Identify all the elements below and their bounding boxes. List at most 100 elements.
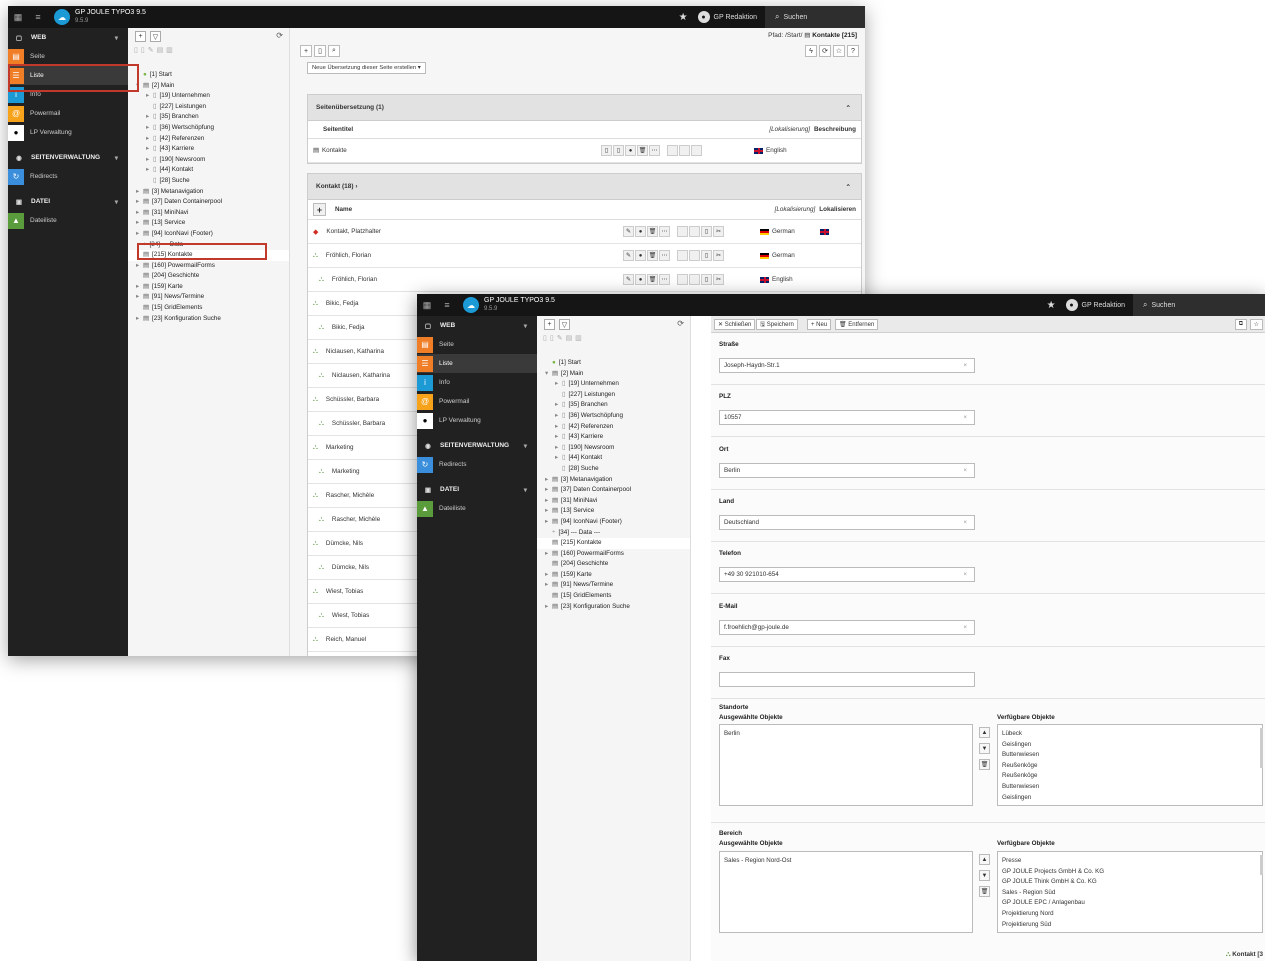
lightning-icon[interactable]: ϟ [805,45,817,57]
menu-toggle-icon[interactable]: ≡ [28,12,48,22]
tree-node[interactable]: ▸ ▤ [160] PowermailForms [537,549,690,560]
list-item[interactable]: Buttenwiesen [1002,782,1258,793]
tree-node[interactable]: ▤ [204] Geschichte [537,559,690,570]
bookmark-star-icon[interactable]: ★ [1047,300,1056,311]
expand-arrow-icon[interactable]: ▸ [136,229,143,240]
expand-arrow-icon[interactable]: ▸ [146,91,153,102]
remove-selected-icon[interactable]: 🗑 [979,886,990,897]
expand-arrow-icon[interactable]: ▸ [555,422,562,433]
clear-icon[interactable]: × [963,414,967,421]
tree-node[interactable]: ● [1] Start [537,358,690,369]
list-item[interactable]: Reußenköge [1002,761,1258,772]
delete-icon[interactable]: 🗑 [647,226,658,237]
tree-node[interactable]: ▯ [28] Suche [537,464,690,475]
expand-arrow-icon[interactable]: ▸ [555,432,562,443]
open-new-window-icon[interactable]: ⧉ [1234,319,1247,330]
clear-icon[interactable]: × [963,467,967,474]
new-page-icon[interactable]: + [135,31,146,42]
list-item[interactable]: Geislingen [1002,740,1258,751]
filter-icon[interactable]: ▽ [150,31,161,42]
copy-icon[interactable]: ▯ [701,274,712,285]
menu-group-seitenverwaltung[interactable]: ◉ SEITENVERWALTUNG ▾ [8,148,128,167]
clear-icon[interactable]: × [963,519,967,526]
expand-arrow-icon[interactable]: ▸ [545,580,552,591]
tree-node[interactable]: ▸ ▯ [19] Unternehmen [537,379,690,390]
menu-item-liste[interactable]: ☰ Liste [417,354,537,373]
toggle-icon[interactable]: ● [635,226,646,237]
more-icon[interactable]: ⋯ [659,226,670,237]
list-item[interactable]: GP JOULE EPC / Anlagenbau [1002,898,1258,909]
menu-item-dateiliste[interactable]: ▲ Dateiliste [417,499,537,518]
tree-node[interactable]: ▯ [227] Leistungen [128,102,289,113]
text-input[interactable]: Joseph-Haydn-Str.1 × [719,358,975,373]
expand-arrow-icon[interactable]: ▸ [555,453,562,464]
table-row[interactable]: ⛬ Fröhlich, Florian ✎ ● 🗑 ⋯ ▯ ✂ English [308,268,861,292]
standorte-available-list[interactable]: Lübeck Geislingen Buttenwiesen Reußenköge Re… [997,724,1263,806]
contacts-panel-head[interactable]: Kontakt (18) › ⌃ [308,174,861,200]
tree-node[interactable]: ▸ ▤ [37] Daten Containerpool [128,197,289,208]
tree-node[interactable]: ▸ ▤ [37] Daten Containerpool [537,485,690,496]
list-item[interactable]: GP JOULE Projects GmbH & Co. KG [1002,867,1258,878]
menu-item-redirects[interactable]: ↻ Redirects [417,455,537,474]
scrollbar[interactable] [1260,728,1263,768]
more-icon[interactable]: ⋯ [659,250,670,261]
view-icon[interactable]: ▯ [601,145,612,156]
tree-node[interactable]: ▤ [15] GridElements [537,591,690,602]
expand-arrow-icon[interactable]: ▸ [146,112,153,123]
tree-node[interactable]: ▸ ▤ [3] Metanavigation [537,475,690,486]
edit-icon[interactable]: ✎ [623,274,634,285]
tree-node[interactable]: ▸ ▤ [23] Konfiguration Suche [537,602,690,613]
tree-node[interactable]: ▸ ▤ [13] Service [128,218,289,229]
cut-icon[interactable]: ✂ [713,274,724,285]
clear-icon[interactable]: × [963,571,967,578]
refresh-icon[interactable]: ⟳ [819,45,831,57]
edit-icon[interactable]: ✎ [623,226,634,237]
expand-arrow-icon[interactable]: ▸ [146,155,153,166]
tree-node[interactable]: ▸ ▤ [13] Service [537,506,690,517]
close-button[interactable]: ✕ Schließen [714,319,756,330]
expand-arrow-icon[interactable]: ▸ [555,379,562,390]
expand-arrow-icon[interactable]: ▸ [545,570,552,581]
menu-group-datei[interactable]: ▣ DATEI ▾ [8,192,128,211]
list-item[interactable]: Projektierung Nord [1002,909,1258,920]
menu-group-web[interactable]: ▢ WEB ▾ [417,316,537,335]
list-item[interactable]: Projektierung Süd [1002,920,1258,931]
expand-arrow-icon[interactable]: ▸ [555,400,562,411]
copy-icon[interactable]: ▯ [701,250,712,261]
translation-select[interactable]: Neue Übersetzung dieser Seite erstellen … [307,62,426,74]
search-icon[interactable]: ⌕ [328,45,340,57]
menu-item-lp-verwaltung[interactable]: ● LP Verwaltung [8,123,128,142]
list-item[interactable]: Buttenwiesen [1002,750,1258,761]
menu-item-powermail[interactable]: @ Powermail [8,104,128,123]
bookmark-icon[interactable]: ☆ [832,45,845,57]
text-input[interactable]: Berlin × [719,462,975,478]
user-menu[interactable]: ● GP Redaktion [697,11,757,23]
expand-arrow-icon[interactable]: ▸ [136,218,143,229]
scrollbar[interactable] [1260,855,1263,875]
tree-node[interactable]: ▸ ▯ [42] Referenzen [537,422,690,433]
menu-toggle-icon[interactable]: ≡ [437,300,457,310]
delete-icon[interactable]: 🗑 [647,274,658,285]
tree-node[interactable]: ▸ ▤ [94] IconNavi (Footer) [128,229,289,240]
tree-node[interactable]: ▸ ▤ [3] Metanavigation [128,187,289,198]
expand-arrow-icon[interactable]: ▸ [136,282,143,293]
bookmark-star-icon[interactable]: ★ [679,12,688,23]
tree-node[interactable]: ▸ ▯ [43] Karriere [128,144,289,155]
expand-arrow-icon[interactable]: ▸ [545,602,552,613]
expand-arrow-icon[interactable]: ▸ [146,165,153,176]
expand-arrow-icon[interactable]: ▸ [136,314,143,325]
menu-item-seite[interactable]: ▤ Seite [417,335,537,354]
more-icon[interactable]: ⋯ [659,274,670,285]
expand-arrow-icon[interactable]: ▸ [136,197,143,208]
table-row[interactable]: ◆ Kontakt, Platzhalter ✎ ● 🗑 ⋯ ▯ ✂ German [308,220,861,244]
menu-item-redirects[interactable]: ↻ Redirects [8,167,128,186]
expand-arrow-icon[interactable]: ▸ [136,292,143,303]
save-button[interactable]: 🖫 Speichern [756,319,798,330]
expand-arrow-icon[interactable]: ▸ [545,496,552,507]
tree-node[interactable]: ▸ ▯ [35] Branchen [128,112,289,123]
add-icon[interactable]: + [300,45,312,57]
collapse-icon[interactable]: ⌃ [846,104,851,112]
list-item[interactable]: GP JOULE Think GmbH & Co. KG [1002,877,1258,888]
tree-node[interactable]: ▸ ▯ [19] Unternehmen [128,91,289,102]
translation-row[interactable]: ▤ Kontakte ▯ ▯ ● 🗑 ⋯ English [308,139,861,163]
